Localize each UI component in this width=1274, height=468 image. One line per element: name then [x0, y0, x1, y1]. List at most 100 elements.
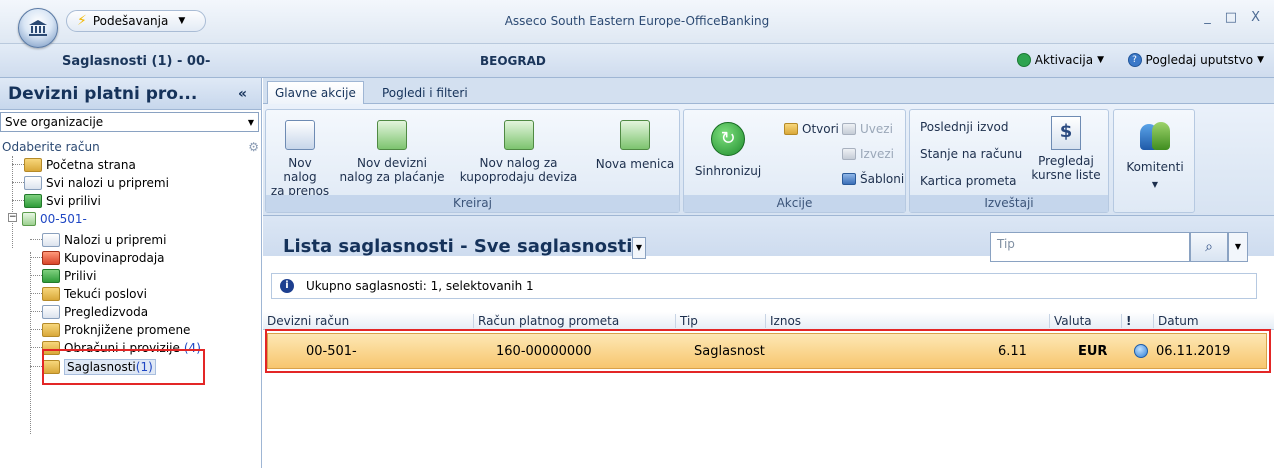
group-label: Kreiraj: [266, 195, 679, 212]
sync-icon: ↻: [711, 122, 745, 156]
new-fx-document-icon: [377, 120, 407, 150]
templates-icon: [842, 173, 856, 185]
tree-item-current-jobs[interactable]: Tekući poslovi: [42, 285, 147, 302]
window-title: Asseco South Eastern Europe-OfficeBankin…: [504, 14, 770, 28]
highlight-box: [42, 349, 205, 385]
new-fx-payment-order-button[interactable]: Nov devizni nalog za plaćanje: [336, 120, 448, 184]
tab-main-actions[interactable]: Glavne akcije: [267, 81, 364, 104]
organization-select[interactable]: Sve organizacije ▼: [0, 112, 259, 132]
home-folder-icon: [24, 157, 42, 172]
tree-item-statements[interactable]: Pregledizvoda: [42, 303, 148, 320]
info-bar: Saglasnosti (1) - 00- BEOGRAD Aktivacija…: [0, 44, 1274, 78]
minimize-button[interactable]: _: [1204, 10, 1211, 25]
dollar-document-icon: $: [1051, 116, 1081, 150]
maximize-button[interactable]: □: [1225, 10, 1237, 25]
search-button[interactable]: ⌕: [1190, 232, 1228, 262]
tree-item-all-drafts[interactable]: Svi nalozi u pripremi: [24, 174, 169, 191]
close-button[interactable]: X: [1251, 10, 1260, 25]
column-header-amount[interactable]: Iznos: [765, 314, 801, 328]
pencil-document-icon: [24, 175, 42, 190]
main-content: Lista saglasnosti - Sve saglasnosti ▼ Ti…: [263, 216, 1274, 468]
tree-item-label: Prilivi: [64, 268, 97, 283]
tab-views-filters[interactable]: Pogledi i filteri: [375, 81, 475, 104]
button-label: Komitenti: [1126, 160, 1184, 174]
group-label: Izveštaji: [910, 195, 1108, 212]
button-label: Nov nalog: [283, 156, 317, 184]
grid-header: Devizni račun Račun platnog prometa Tip …: [263, 312, 1274, 330]
new-transfer-order-button[interactable]: Nov nalog za prenos: [270, 120, 330, 198]
jobs-folder-icon: [42, 286, 60, 301]
tree-item-label: Početna strana: [46, 157, 136, 172]
column-header-date[interactable]: Datum: [1153, 314, 1199, 328]
title-bar: ⚡ Podešavanja ▼ Asseco South Eastern Eur…: [0, 0, 1274, 48]
tree-item-label: Svi nalozi u pripremi: [46, 175, 169, 190]
help-label: Pogledaj uputstvo: [1145, 53, 1254, 67]
search-dropdown[interactable]: ▼: [1228, 232, 1248, 262]
open-button[interactable]: Otvori: [784, 122, 839, 136]
help-menu[interactable]: ? Pogledaj uputstvo ▼: [1127, 53, 1264, 67]
column-header-type[interactable]: Tip: [675, 314, 698, 328]
new-bill-button[interactable]: Nova menica: [592, 120, 678, 171]
ribbon-group-actions: ↻ Sinhronizuj Otvori Uvezi Izvezi Šablon…: [683, 109, 906, 213]
button-label: Nov nalog za: [479, 156, 558, 170]
chevron-down-icon: ▼: [1151, 180, 1159, 189]
new-document-icon: [285, 120, 315, 150]
tree-item-all-inflows[interactable]: Svi prilivi: [24, 192, 101, 209]
tree-item-posted-changes[interactable]: Proknjižene promene: [42, 321, 190, 338]
import-button[interactable]: Uvezi: [842, 122, 893, 136]
nav-panel-header: Devizni platni pro... «: [0, 78, 261, 110]
column-header-flag[interactable]: !: [1121, 314, 1131, 328]
nav-panel-title: Devizni platni pro...: [8, 83, 198, 104]
tree-item-inflows[interactable]: Prilivi: [42, 267, 96, 284]
summary-text: Ukupno saglasnosti: 1, selektovanih 1: [306, 279, 534, 293]
ribbon: Nov nalog za prenos Nov devizni nalog za…: [263, 104, 1274, 216]
view-dropdown[interactable]: ▼: [632, 237, 646, 259]
tree-item-label: 00-501-: [40, 211, 87, 226]
column-header-account[interactable]: Devizni račun: [263, 314, 349, 328]
expand-toggle[interactable]: −: [8, 213, 17, 222]
group-label: Akcije: [684, 195, 905, 212]
tree-item-drafts[interactable]: Nalozi u pripremi: [42, 231, 166, 248]
gear-icon[interactable]: ⚙: [248, 140, 259, 154]
button-label: Otvori: [802, 122, 839, 136]
tree-item-label: Kupovinaprodaja: [64, 250, 165, 265]
button-label: Izvezi: [860, 147, 894, 161]
activation-menu[interactable]: Aktivacija ▼: [1016, 53, 1104, 67]
inflow-icon: [24, 193, 42, 208]
tree-item-exchange[interactable]: Kupovinaprodaja: [42, 249, 165, 266]
activation-icon: [1016, 53, 1031, 67]
new-fx-exchange-order-button[interactable]: Nov nalog za kupoprodaju deviza: [451, 120, 586, 184]
inflow-icon: [42, 268, 60, 283]
navigation-panel: Devizni platni pro... « Sve organizacije…: [0, 78, 262, 468]
column-header-currency[interactable]: Valuta: [1049, 314, 1092, 328]
search-icon: ⌕: [1205, 239, 1213, 255]
ribbon-group-reports: Poslednji izvod Stanje na računu Kartica…: [909, 109, 1109, 213]
button-label: kursne liste: [1031, 168, 1101, 182]
breadcrumb: Saglasnosti (1) - 00-: [62, 54, 211, 69]
new-bill-icon: [620, 120, 650, 150]
exchange-rates-button[interactable]: $ Pregledaj kursne liste: [1026, 116, 1106, 182]
ribbon-group-create: Nov nalog za prenos Nov devizni nalog za…: [265, 109, 680, 213]
partners-button[interactable]: Komitenti ▼: [1116, 120, 1194, 192]
open-folder-icon: [784, 123, 798, 135]
collapse-button[interactable]: «: [238, 86, 247, 102]
chevron-down-icon: ▼: [1097, 55, 1104, 65]
last-statement-button[interactable]: Poslednji izvod: [920, 120, 1009, 134]
city-label: BEOGRAD: [480, 54, 546, 68]
column-header-payment-account[interactable]: Račun platnog prometa: [473, 314, 619, 328]
tree-item-home[interactable]: Početna strana: [24, 156, 136, 173]
synchronize-button[interactable]: ↻ Sinhronizuj: [688, 122, 768, 178]
statement-icon: [42, 304, 60, 319]
account-balance-button[interactable]: Stanje na računu: [920, 147, 1022, 161]
app-menu-button[interactable]: [18, 8, 58, 48]
templates-button[interactable]: Šabloni: [842, 172, 904, 186]
account-selector[interactable]: Odaberite račun ⚙: [0, 138, 261, 156]
chevron-down-icon: ▼: [1257, 55, 1264, 65]
tree-item-account[interactable]: 00-501-: [22, 210, 87, 227]
export-button[interactable]: Izvezi: [842, 147, 894, 161]
list-title: Lista saglasnosti - Sve saglasnosti: [283, 236, 633, 257]
type-filter-input[interactable]: Tip: [990, 232, 1190, 262]
turnover-card-button[interactable]: Kartica prometa: [920, 174, 1017, 188]
button-label: Uvezi: [860, 122, 893, 136]
exchange-icon: [42, 250, 60, 265]
